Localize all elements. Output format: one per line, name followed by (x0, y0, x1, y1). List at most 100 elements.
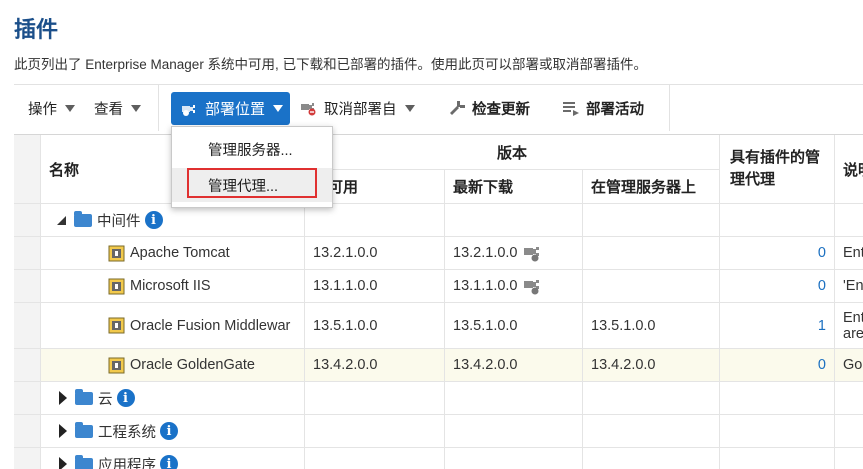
table-cell (583, 382, 720, 415)
version-on-server: 13.4.2.0.0 (591, 357, 656, 373)
version-on-server-cell: 13.5.1.0.0 (583, 303, 720, 349)
row-gutter (14, 204, 41, 237)
column-header-agents-with-plugin-label: 具有插件的管理代理 (730, 149, 821, 188)
description-cell: Gol (835, 349, 863, 382)
deployment-activities-label: 部署活动 (586, 101, 644, 118)
check-updates-button[interactable]: 检查更新 (444, 93, 534, 123)
table-cell (720, 415, 835, 448)
column-header-name-label: 名称 (49, 161, 80, 179)
agents-count-cell[interactable]: 1 (720, 303, 835, 349)
description-text: Ent (843, 245, 863, 261)
chevron-down-icon (65, 104, 75, 112)
agents-count-cell[interactable]: 0 (720, 237, 835, 270)
toolbar-divider (158, 85, 159, 131)
table-row-name[interactable]: Oracle Fusion Middlewar (41, 303, 305, 349)
agents-count-cell[interactable]: 0 (720, 270, 835, 303)
plugin-name: Oracle Fusion Middlewar (130, 317, 291, 334)
version-downloaded: 13.5.1.0.0 (453, 317, 518, 334)
version-downloaded: 13.4.2.0.0 (453, 357, 518, 373)
table-cell (583, 448, 720, 469)
table-cell (720, 382, 835, 415)
column-header-on-management-server-label: 在管理服务器上 (591, 179, 697, 196)
version-on-server-cell (583, 237, 720, 270)
description-cell: 'Ent (835, 270, 863, 303)
description-text: Ent (843, 309, 863, 326)
column-group-version: 版本 (305, 135, 720, 170)
description-cell: Ent (835, 237, 863, 270)
agents-count-cell[interactable]: 0 (720, 349, 835, 382)
group-name: 云 (98, 391, 113, 408)
version-available: 13.2.1.0.0 (313, 245, 378, 261)
table-cell (583, 415, 720, 448)
chevron-down-icon (273, 105, 284, 112)
version-on-server: 13.5.1.0.0 (591, 317, 656, 334)
table-row-name[interactable]: Microsoft IIS (41, 270, 305, 303)
row-gutter (14, 382, 41, 415)
agents-count-link[interactable]: 1 (818, 318, 826, 334)
description-text: Gol (843, 357, 863, 373)
table-cell (445, 448, 583, 469)
table-cell (835, 204, 863, 237)
row-gutter (14, 448, 41, 469)
menu-item-label: 管理服务器... (208, 142, 293, 159)
plugin-name: Oracle GoldenGate (130, 357, 255, 373)
table-cell (305, 382, 445, 415)
deploy-on-button[interactable]: 部署位置 (171, 92, 290, 125)
version-downloaded-cell: 13.4.2.0.0 (445, 349, 583, 382)
table-cell (835, 382, 863, 415)
deployment-activities-button[interactable]: 部署活动 (558, 93, 648, 123)
table-gutter-header (14, 135, 41, 204)
plug-deploy-icon (181, 101, 199, 117)
page-title: 插件 (14, 17, 59, 42)
chevron-down-icon (131, 104, 141, 112)
check-updates-label: 检查更新 (472, 101, 530, 118)
row-gutter (14, 237, 41, 270)
column-header-on-management-server[interactable]: 在管理服务器上 (583, 170, 720, 204)
version-available-cell: 13.1.1.0.0 (305, 270, 445, 303)
group-name: 中间件 (97, 213, 141, 230)
plugin-icon (108, 278, 125, 295)
view-menu-button[interactable]: 查看 (90, 93, 145, 123)
undeploy-from-button[interactable]: 取消部署自 (296, 93, 419, 123)
deployable-plug-icon (522, 277, 544, 295)
folder-icon (75, 454, 93, 469)
group-name: 应用程序 (98, 457, 156, 469)
info-icon[interactable]: i (160, 455, 178, 469)
menu-item-management-server[interactable]: 管理服务器... (172, 132, 332, 166)
info-icon[interactable]: i (116, 389, 135, 407)
agents-count-link[interactable]: 0 (818, 278, 826, 294)
table-cell (445, 415, 583, 448)
version-available-cell: 13.2.1.0.0 (305, 237, 445, 270)
expand-triangle-icon[interactable] (59, 391, 67, 405)
table-row-name[interactable]: Oracle GoldenGate (41, 349, 305, 382)
version-available: 13.4.2.0.0 (313, 357, 378, 373)
info-icon[interactable]: i (160, 422, 178, 440)
tree-group-row[interactable]: 云 i (41, 382, 305, 415)
actions-menu-button[interactable]: 操作 (24, 93, 79, 123)
column-header-description[interactable]: 说明 (835, 135, 863, 204)
version-downloaded-cell: 13.2.1.0.0 (445, 237, 583, 270)
agents-count-link[interactable]: 0 (818, 245, 826, 261)
row-gutter (14, 270, 41, 303)
version-available-cell: 13.4.2.0.0 (305, 349, 445, 382)
column-header-latest-downloaded[interactable]: 最新下载 (445, 170, 583, 204)
row-gutter (14, 349, 41, 382)
version-downloaded-cell: 13.1.1.0.0 (445, 270, 583, 303)
expand-triangle-icon[interactable] (59, 457, 67, 469)
column-header-agents-with-plugin[interactable]: 具有插件的管理代理 (720, 135, 835, 204)
table-cell (835, 448, 863, 469)
tree-group-row[interactable]: 工程系统 i (41, 415, 305, 448)
tree-group-row[interactable]: 中间件 i (41, 204, 305, 237)
agents-count-link[interactable]: 0 (818, 357, 826, 373)
table-row-name[interactable]: Apache Tomcat (41, 237, 305, 270)
column-group-version-label: 版本 (496, 144, 527, 162)
plugin-icon (108, 245, 125, 262)
expand-triangle-icon[interactable] (59, 424, 67, 438)
version-downloaded: 13.1.1.0.0 (453, 278, 518, 294)
version-downloaded-cell: 13.5.1.0.0 (445, 303, 583, 349)
table-cell (445, 382, 583, 415)
tree-group-row[interactable]: 应用程序 i (41, 448, 305, 469)
collapse-triangle-icon[interactable] (57, 215, 66, 225)
plugin-name: Microsoft IIS (130, 278, 211, 294)
info-icon[interactable]: i (144, 211, 163, 229)
